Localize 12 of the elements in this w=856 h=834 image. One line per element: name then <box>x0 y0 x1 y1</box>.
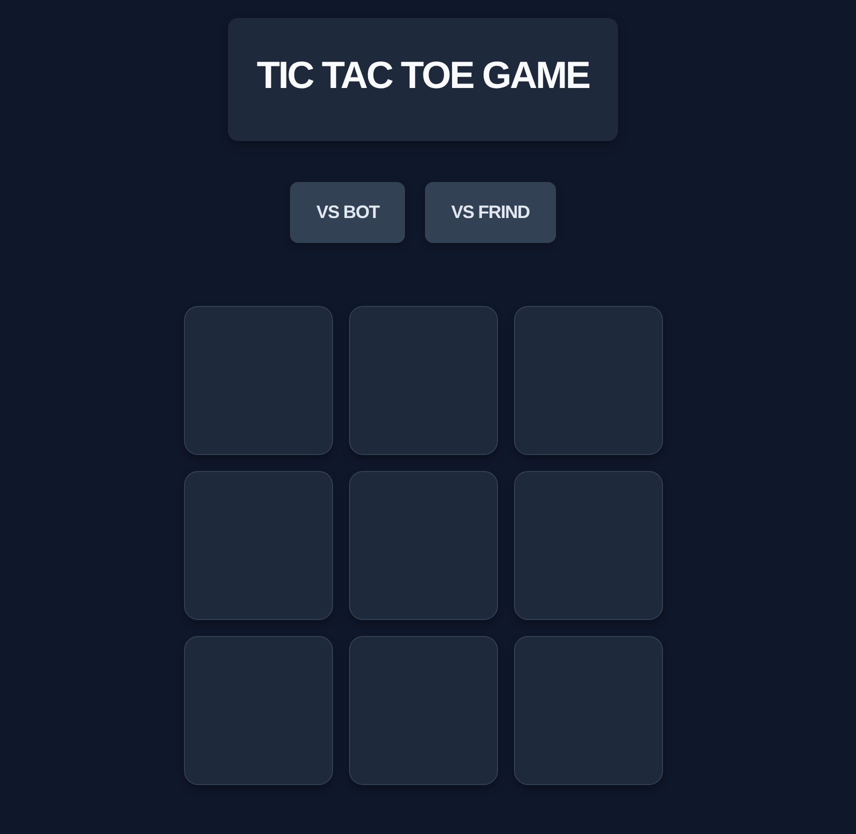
board-cell[interactable] <box>348 471 498 620</box>
game-title: TIC TAC TOE GAME <box>256 54 590 99</box>
board-cell[interactable] <box>514 306 662 455</box>
mode-button[interactable]: VS FRIND <box>425 182 556 243</box>
board-cell[interactable] <box>184 471 332 620</box>
mode-button[interactable]: VS BOT <box>290 182 406 243</box>
board-cell[interactable] <box>514 471 662 620</box>
board-cell[interactable] <box>348 636 498 785</box>
board-cell[interactable] <box>348 306 498 455</box>
board-cell[interactable] <box>184 636 332 785</box>
board-cell[interactable] <box>514 636 662 785</box>
board-cell[interactable] <box>184 306 332 455</box>
